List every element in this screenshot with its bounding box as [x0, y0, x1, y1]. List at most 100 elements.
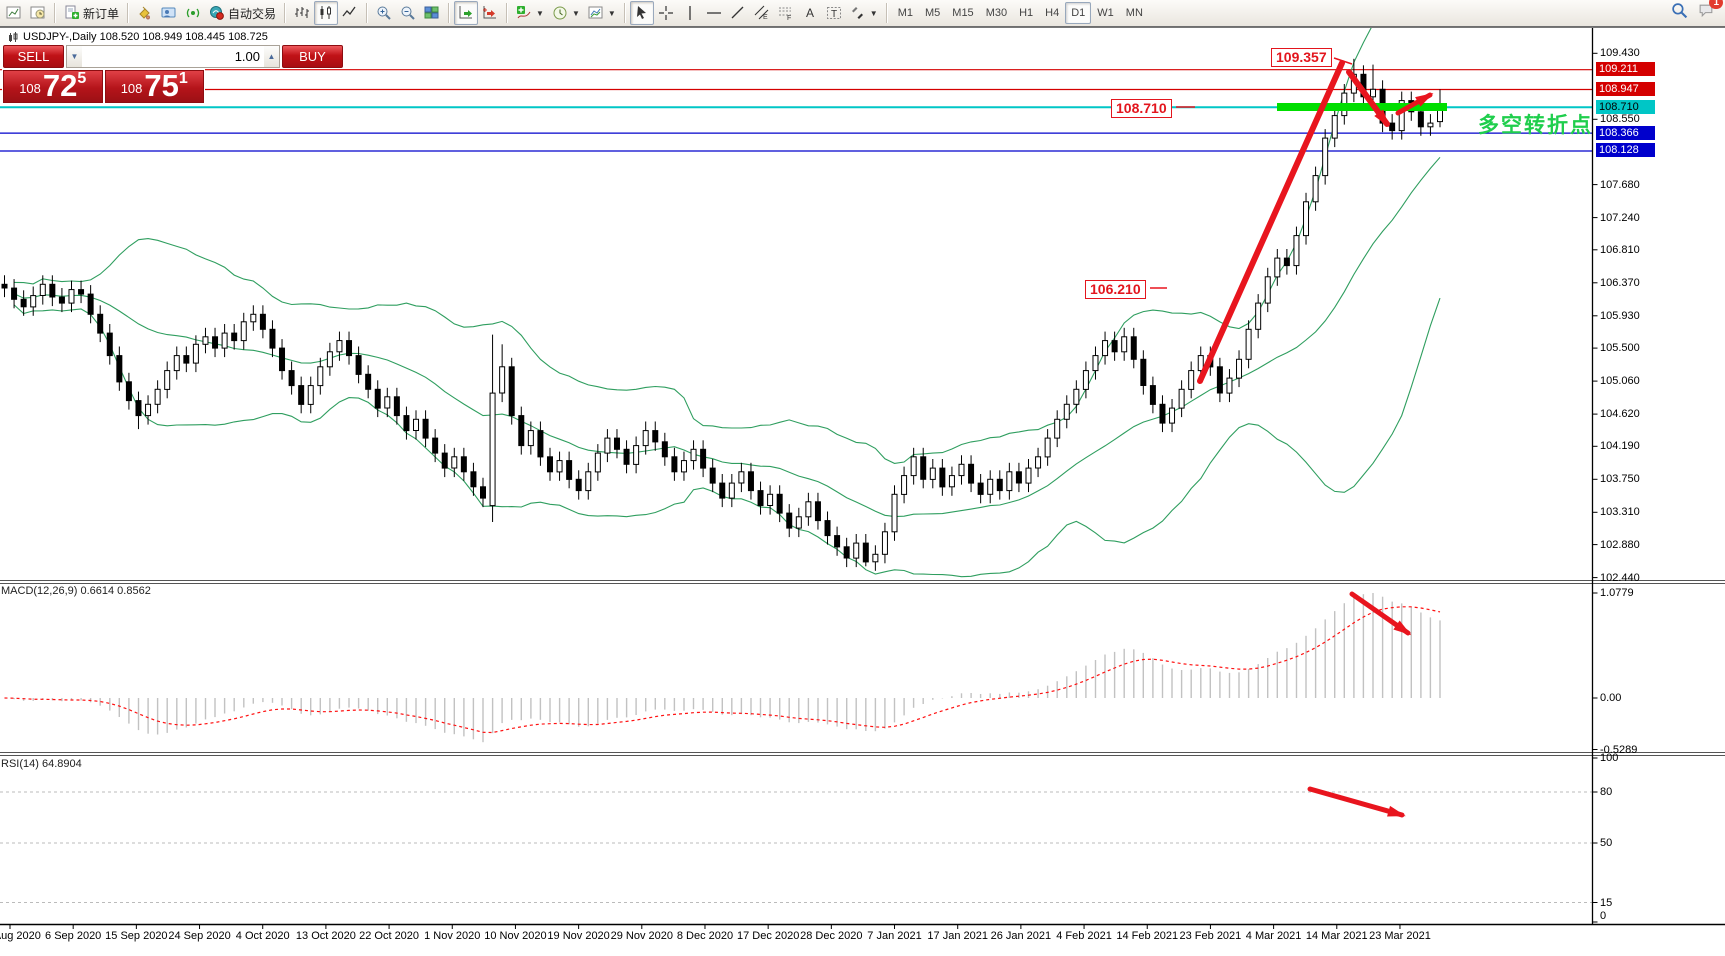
auto-scroll-button[interactable]	[454, 1, 478, 25]
date-label: 1 Nov 2020	[424, 930, 480, 942]
symbol-header: USDJPY-,Daily 108.520 108.949 108.445 10…	[8, 31, 268, 43]
timeframe-d1[interactable]: D1	[1065, 2, 1091, 24]
channel-icon: E	[754, 5, 770, 21]
label-button[interactable]: T	[822, 1, 846, 25]
timeframe-w1[interactable]: W1	[1091, 2, 1120, 24]
price-tag-annotation[interactable]: 109.357	[1271, 48, 1332, 67]
toolbar-separator	[506, 3, 508, 23]
date-label: 19 Nov 2020	[547, 930, 609, 942]
channel-button[interactable]: E	[750, 1, 774, 25]
price-tick-label: 102.440	[1600, 572, 1640, 584]
timeframe-m1[interactable]: M1	[892, 2, 919, 24]
chart-canvas[interactable]	[0, 0, 1725, 956]
price-tick-label: 106.810	[1600, 244, 1640, 256]
tile-windows-button[interactable]	[420, 1, 444, 25]
volume-down-button[interactable]: ▼	[67, 46, 82, 67]
rsi-axis-label: 100	[1600, 752, 1618, 764]
text-icon: A	[802, 5, 818, 21]
timeframe-h1[interactable]: H1	[1013, 2, 1039, 24]
timeframe-mn[interactable]: MN	[1120, 2, 1149, 24]
text-button[interactable]: A	[798, 1, 822, 25]
price-tick-label: 106.370	[1600, 277, 1640, 289]
date-label: 17 Dec 2020	[737, 930, 799, 942]
cursor-icon	[634, 5, 650, 21]
price-tick-label: 103.310	[1600, 506, 1640, 518]
cursor-button[interactable]	[630, 1, 654, 25]
date-label: 14 Feb 2021	[1116, 930, 1178, 942]
bar-chart-icon	[294, 5, 310, 21]
turning-point-note[interactable]: 多空转折点	[1478, 109, 1593, 139]
volume-input[interactable]	[82, 46, 264, 67]
price-tag-annotation[interactable]: 108.710	[1111, 99, 1172, 118]
sell-button[interactable]: SELL	[3, 45, 64, 68]
chart-svg	[0, 0, 1725, 951]
date-label: 23 Feb 2021	[1180, 930, 1242, 942]
price-tick-label: 108.550	[1600, 113, 1640, 125]
svg-text:F: F	[787, 15, 791, 21]
date-label: 23 Mar 2021	[1369, 930, 1431, 942]
market-button[interactable]	[157, 1, 181, 25]
volume-up-button[interactable]: ▲	[264, 46, 279, 67]
styler-button[interactable]	[133, 1, 157, 25]
fibonacci-icon: F	[778, 5, 794, 21]
shapes-button[interactable]: ▼	[846, 1, 882, 25]
templates-button[interactable]: ▼	[584, 1, 620, 25]
symbol-header-text: USDJPY-,Daily 108.520 108.949 108.445 10…	[23, 31, 268, 43]
new-chart-button[interactable]	[2, 1, 26, 25]
date-label: 14 Mar 2021	[1306, 930, 1368, 942]
toolbar-separator	[127, 3, 129, 23]
ask-price[interactable]: 108 75 1	[105, 70, 205, 103]
autotrade-button[interactable]: 自动交易	[205, 1, 280, 25]
price-tick-label: 104.620	[1600, 408, 1640, 420]
timeframe-h4[interactable]: H4	[1039, 2, 1065, 24]
chart-profile-icon	[30, 5, 46, 21]
price-tag-annotation[interactable]: 106.210	[1085, 280, 1146, 299]
search-button[interactable]	[1671, 2, 1688, 24]
svg-text:A: A	[806, 6, 814, 20]
periods-button[interactable]: ▼	[548, 1, 584, 25]
macd-label: MACD(12,26,9) 0.6614 0.8562	[1, 585, 151, 597]
signals-button[interactable]	[181, 1, 205, 25]
zoom-in-button[interactable]	[372, 1, 396, 25]
candlestick-icon	[318, 5, 334, 21]
buy-button[interactable]: BUY	[282, 45, 343, 68]
toolbar-separator	[448, 3, 450, 23]
new-order-icon	[64, 5, 80, 21]
horizontal-line-button[interactable]	[702, 1, 726, 25]
date-label: 17 Jan 2021	[927, 930, 988, 942]
price-tick-label: 107.240	[1600, 212, 1640, 224]
bar-chart-button[interactable]	[290, 1, 314, 25]
vertical-line-icon	[682, 5, 698, 21]
notifications-button[interactable]: 1	[1698, 2, 1715, 24]
trendline-button[interactable]	[726, 1, 750, 25]
timeframe-m5[interactable]: M5	[919, 2, 946, 24]
toolbar-separator	[54, 3, 56, 23]
date-label: 4 Oct 2020	[236, 930, 290, 942]
zoom-out-button[interactable]	[396, 1, 420, 25]
chart-shift-button[interactable]	[478, 1, 502, 25]
rsi-axis-label: 0	[1600, 910, 1606, 922]
line-chart-button[interactable]	[338, 1, 362, 25]
trendline-icon	[730, 5, 746, 21]
bid-big: 72	[43, 72, 77, 100]
crosshair-button[interactable]	[654, 1, 678, 25]
timeframe-m30[interactable]: M30	[980, 2, 1013, 24]
candlestick-button[interactable]	[314, 1, 338, 25]
bid-sup: 5	[77, 72, 86, 86]
fibonacci-button[interactable]: F	[774, 1, 798, 25]
profiles-button[interactable]	[26, 1, 50, 25]
toolbar-right: 1	[1671, 2, 1715, 24]
line-chart-icon	[342, 5, 358, 21]
shapes-icon	[850, 5, 866, 21]
crosshair-icon	[658, 5, 674, 21]
chevron-down-icon: ▼	[536, 9, 544, 18]
styler-icon	[137, 5, 153, 21]
chart-window-icon	[6, 5, 22, 21]
new-order-button[interactable]: 新订单	[60, 1, 123, 25]
date-label: 24 Sep 2020	[168, 930, 230, 942]
bid-price[interactable]: 108 72 5	[3, 70, 103, 103]
chart-shift-icon	[482, 5, 498, 21]
vertical-line-button[interactable]	[678, 1, 702, 25]
timeframe-m15[interactable]: M15	[946, 2, 979, 24]
indicators-button[interactable]: ▼	[512, 1, 548, 25]
